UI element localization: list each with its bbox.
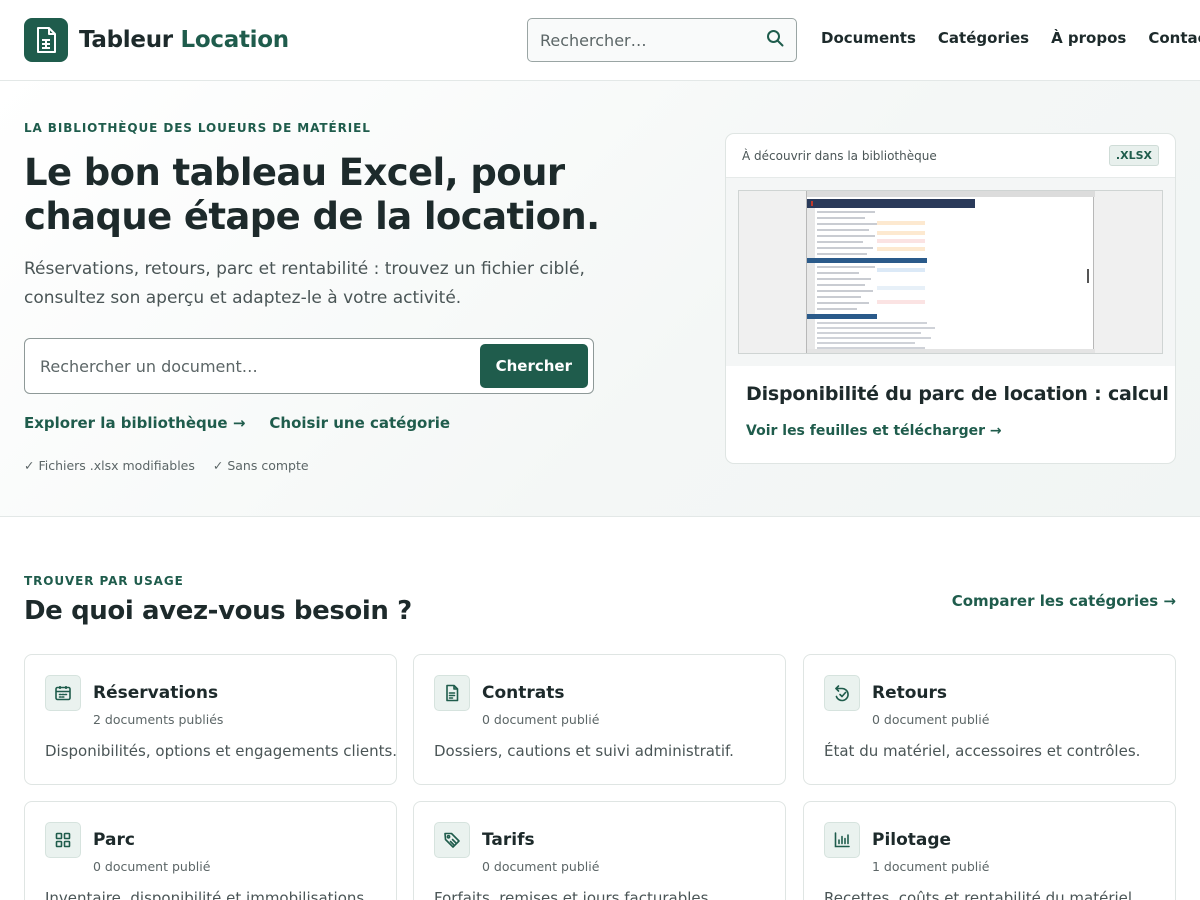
featured-label: À découvrir dans la bibliothèque: [742, 148, 937, 163]
grid-icon: [45, 822, 81, 858]
hero-eyebrow: La bibliothèque des loueurs de matériel: [24, 121, 371, 135]
category-description: Forfaits, remises et jours facturables.: [434, 889, 714, 900]
tag-icon: [434, 822, 470, 858]
document-icon: [434, 675, 470, 711]
header-search: [527, 18, 797, 62]
search-button[interactable]: Chercher: [479, 344, 588, 388]
hero-subtitle: Réservations, retours, parc et rentabili…: [24, 259, 585, 308]
hero-search-input[interactable]: [40, 356, 480, 376]
brand-name-part2: Location: [180, 27, 290, 53]
calendar-icon: [45, 675, 81, 711]
nav-documents[interactable]: Documents: [821, 29, 916, 47]
search-icon[interactable]: [766, 29, 784, 51]
category-count: 0 document publié: [482, 712, 600, 727]
hero-features: ✓ Fichiers .xlsx modifiables ✓ Sans comp…: [24, 458, 327, 473]
feature-no-account: ✓ Sans compte: [212, 458, 309, 473]
compare-categories-link[interactable]: Comparer les catégories →: [952, 592, 1176, 610]
view-and-download-link[interactable]: Voir les feuilles et télécharger →: [746, 423, 1002, 439]
nav-about[interactable]: À propos: [1051, 29, 1126, 47]
brand-name-part1: Tableur: [79, 27, 173, 53]
explore-library-link[interactable]: Explorer la bibliothèque →: [24, 414, 245, 432]
category-description: Disponibilités, options et engagements c…: [45, 742, 398, 760]
category-count: 1 document publié: [872, 859, 990, 874]
category-title: Réservations: [93, 683, 219, 703]
brand-name: Tableur Location: [79, 27, 289, 53]
spreadsheet-thumbnail: [806, 191, 1095, 353]
category-title: Pilotage: [872, 830, 952, 850]
nav-contact[interactable]: Contact: [1148, 29, 1200, 47]
category-description: Recettes, coûts et rentabilité du matéri…: [824, 889, 1137, 900]
hero-title: Le bon tableau Excel, pour chaque étape …: [24, 151, 600, 238]
category-card-returns[interactable]: Retours 0 document publié État du matéri…: [803, 654, 1176, 785]
file-type-badge: .XLSX: [1108, 145, 1159, 166]
category-count: 0 document publié: [482, 859, 600, 874]
hero-links: Explorer la bibliothèque → Choisir une c…: [24, 414, 474, 432]
category-title: Retours: [872, 683, 948, 703]
hero-search: Chercher: [24, 338, 594, 394]
category-title: Parc: [93, 830, 135, 850]
choose-category-link[interactable]: Choisir une catégorie: [269, 414, 450, 432]
preview-area: [726, 178, 1175, 366]
category-title: Contrats: [482, 683, 565, 703]
category-card-management[interactable]: Pilotage 1 document publié Recettes, coû…: [803, 801, 1176, 900]
brand-logo[interactable]: Tableur Location: [24, 18, 289, 62]
category-card-pricing[interactable]: Tarifs 0 document publié Forfaits, remis…: [413, 801, 786, 900]
category-description: Dossiers, cautions et suivi administrati…: [434, 742, 734, 760]
featured-card-header: À découvrir dans la bibliothèque .XLSX: [726, 134, 1175, 178]
category-card-reservations[interactable]: Réservations 2 documents publiés Disponi…: [24, 654, 397, 785]
main-nav: Documents Catégories À propos Contact: [821, 29, 1200, 47]
site-header: Tableur Location Documents Catégories À …: [0, 0, 1200, 81]
category-description: Inventaire, disponibilité et immobilisat…: [45, 889, 369, 900]
return-check-icon: [824, 675, 860, 711]
category-card-contracts[interactable]: Contrats 0 document publié Dossiers, cau…: [413, 654, 786, 785]
category-title: Tarifs: [482, 830, 535, 850]
featured-title[interactable]: Disponibilité du parc de location : calc…: [746, 383, 1175, 405]
category-description: État du matériel, accessoires et contrôl…: [824, 742, 1141, 760]
categories-title: De quoi avez-vous besoin ?: [24, 596, 412, 626]
category-card-fleet[interactable]: Parc 0 document publié Inventaire, dispo…: [24, 801, 397, 900]
feature-xlsx: ✓ Fichiers .xlsx modifiables: [24, 458, 195, 473]
categories-eyebrow: Trouver par usage: [24, 574, 184, 588]
category-count: 2 documents publiés: [93, 712, 224, 727]
hero-section: La bibliothèque des loueurs de matériel …: [0, 81, 1200, 517]
featured-document-card[interactable]: À découvrir dans la bibliothèque .XLSX D…: [725, 133, 1176, 464]
nav-categories[interactable]: Catégories: [938, 29, 1029, 47]
category-count: 0 document publié: [93, 859, 211, 874]
spreadsheet-icon: [24, 18, 68, 62]
category-count: 0 document publié: [872, 712, 990, 727]
spreadsheet-preview-image[interactable]: [738, 190, 1163, 354]
bar-chart-icon: [824, 822, 860, 858]
header-search-input[interactable]: [540, 30, 766, 50]
